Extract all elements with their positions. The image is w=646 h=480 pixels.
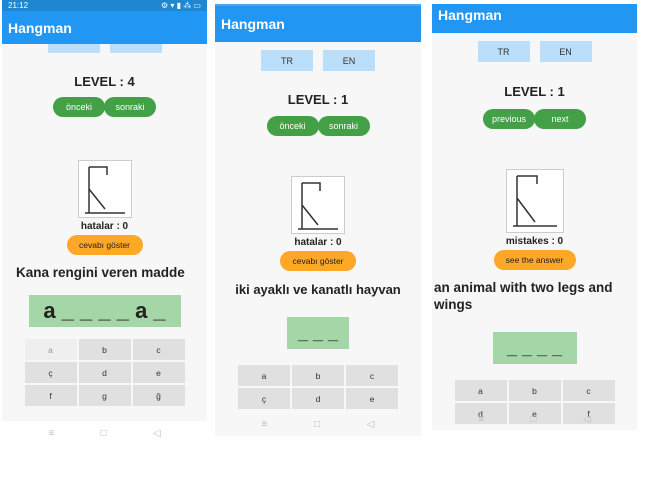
back-icon[interactable]: ◁ bbox=[367, 419, 375, 430]
previous-button[interactable]: önceki bbox=[266, 116, 319, 136]
home-icon[interactable]: □ bbox=[101, 428, 107, 439]
app-title: Hangman bbox=[221, 16, 285, 32]
level-label: LEVEL : 1 bbox=[504, 84, 565, 99]
key-c[interactable]: c bbox=[132, 339, 185, 360]
key-c[interactable]: c bbox=[346, 365, 398, 386]
recent-apps-icon[interactable]: ≡ bbox=[48, 428, 54, 439]
key-b[interactable]: b bbox=[292, 365, 344, 386]
hangman-gallows-image bbox=[77, 160, 132, 218]
mistakes-counter: mistakes : 0 bbox=[505, 236, 564, 247]
screen-level-1-turkish: Hangman TR EN LEVEL : 1 önceki sonraki h… bbox=[215, 4, 421, 436]
app-bar: Hangman bbox=[432, 4, 637, 33]
system-nav-bar: ≡ □ ◁ bbox=[215, 412, 421, 436]
key-c[interactable]: c bbox=[562, 380, 615, 401]
show-answer-button[interactable]: cevabı göster bbox=[280, 251, 356, 271]
language-row: TR EN bbox=[432, 41, 637, 62]
app-title: Hangman bbox=[8, 19, 72, 36]
system-nav-bar: ≡ □ ◁ bbox=[432, 408, 637, 430]
recent-apps-icon[interactable]: ≡ bbox=[478, 414, 484, 425]
word-hint: iki ayaklı ve kanatlı hayvan bbox=[235, 282, 401, 297]
key-a[interactable]: a bbox=[454, 380, 507, 401]
key-a[interactable]: a bbox=[24, 339, 77, 360]
hangman-gallows-image bbox=[291, 176, 345, 234]
key-g-breve[interactable]: ğ bbox=[132, 385, 185, 406]
word-hint: Kana rengini veren madde bbox=[16, 265, 185, 280]
hangman-gallows-image bbox=[505, 169, 564, 233]
show-answer-button[interactable]: see the answer bbox=[493, 250, 576, 270]
status-time: 21:12 bbox=[8, 1, 29, 10]
system-nav-bar: ≡ □ ◁ bbox=[2, 421, 207, 445]
next-button[interactable]: next bbox=[534, 109, 586, 129]
mistakes-counter: hatalar : 0 bbox=[294, 237, 342, 248]
show-answer-button[interactable]: cevabı göster bbox=[66, 235, 143, 255]
key-d[interactable]: d bbox=[292, 388, 344, 409]
screen-level-4-turkish: 21:12 ⚙ ▾ ▮ ⁂ ▭ Hangman LEVEL : 4 önceki… bbox=[2, 0, 207, 445]
key-d[interactable]: d bbox=[78, 362, 131, 383]
level-nav: previous next bbox=[432, 109, 637, 129]
key-a[interactable]: a bbox=[238, 365, 290, 386]
status-bar: 21:12 ⚙ ▾ ▮ ⁂ ▭ bbox=[2, 0, 207, 11]
letter-keyboard: a b c ç d e f g ğ bbox=[2, 339, 207, 406]
next-button[interactable]: sonraki bbox=[104, 97, 156, 117]
word-display: _ _ _ bbox=[287, 317, 349, 349]
gallows-icon bbox=[84, 166, 125, 214]
key-b[interactable]: b bbox=[508, 380, 561, 401]
key-b[interactable]: b bbox=[78, 339, 131, 360]
level-nav: önceki sonraki bbox=[215, 116, 421, 136]
word-display: a _ _ _ _ a _ bbox=[28, 295, 181, 327]
lang-tr-button[interactable]: TR bbox=[477, 41, 530, 62]
word-display: _ _ _ _ bbox=[492, 332, 577, 364]
mistakes-counter: hatalar : 0 bbox=[80, 221, 129, 232]
back-icon[interactable]: ◁ bbox=[153, 428, 161, 439]
app-bar: Hangman bbox=[2, 11, 207, 44]
key-g[interactable]: g bbox=[78, 385, 131, 406]
word-hint: an animal with two legs and wings bbox=[434, 280, 613, 312]
back-icon[interactable]: ◁ bbox=[583, 414, 591, 425]
letter-keyboard: a b c ç d e bbox=[215, 365, 421, 409]
level-label: LEVEL : 4 bbox=[74, 74, 135, 89]
recent-apps-icon[interactable]: ≡ bbox=[262, 419, 268, 430]
next-button[interactable]: sonraki bbox=[317, 116, 370, 136]
language-row: TR EN bbox=[215, 50, 421, 71]
gallows-icon bbox=[298, 182, 338, 230]
lang-en-button[interactable] bbox=[109, 44, 162, 53]
key-e[interactable]: e bbox=[346, 388, 398, 409]
lang-en-button[interactable]: EN bbox=[539, 41, 592, 62]
lang-tr-button[interactable] bbox=[47, 44, 100, 53]
status-icons: ⚙ ▾ ▮ ⁂ ▭ bbox=[160, 1, 201, 10]
lang-en-button[interactable]: EN bbox=[323, 50, 375, 71]
key-f[interactable]: f bbox=[24, 385, 77, 406]
gallows-icon bbox=[512, 175, 557, 227]
level-nav: önceki sonraki bbox=[2, 97, 207, 117]
language-row bbox=[2, 44, 207, 53]
key-c-cedilla[interactable]: ç bbox=[238, 388, 290, 409]
previous-button[interactable]: önceki bbox=[53, 97, 105, 117]
screen-level-1-english: Hangman TR EN LEVEL : 1 previous next mi… bbox=[432, 4, 637, 430]
key-e[interactable]: e bbox=[132, 362, 185, 383]
home-icon[interactable]: □ bbox=[314, 419, 320, 430]
key-c-cedilla[interactable]: ç bbox=[24, 362, 77, 383]
lang-tr-button[interactable]: TR bbox=[261, 50, 313, 71]
app-bar: Hangman bbox=[215, 4, 421, 42]
home-icon[interactable]: □ bbox=[531, 414, 537, 425]
level-label: LEVEL : 1 bbox=[287, 92, 349, 107]
previous-button[interactable]: previous bbox=[483, 109, 535, 129]
app-title: Hangman bbox=[438, 7, 502, 23]
